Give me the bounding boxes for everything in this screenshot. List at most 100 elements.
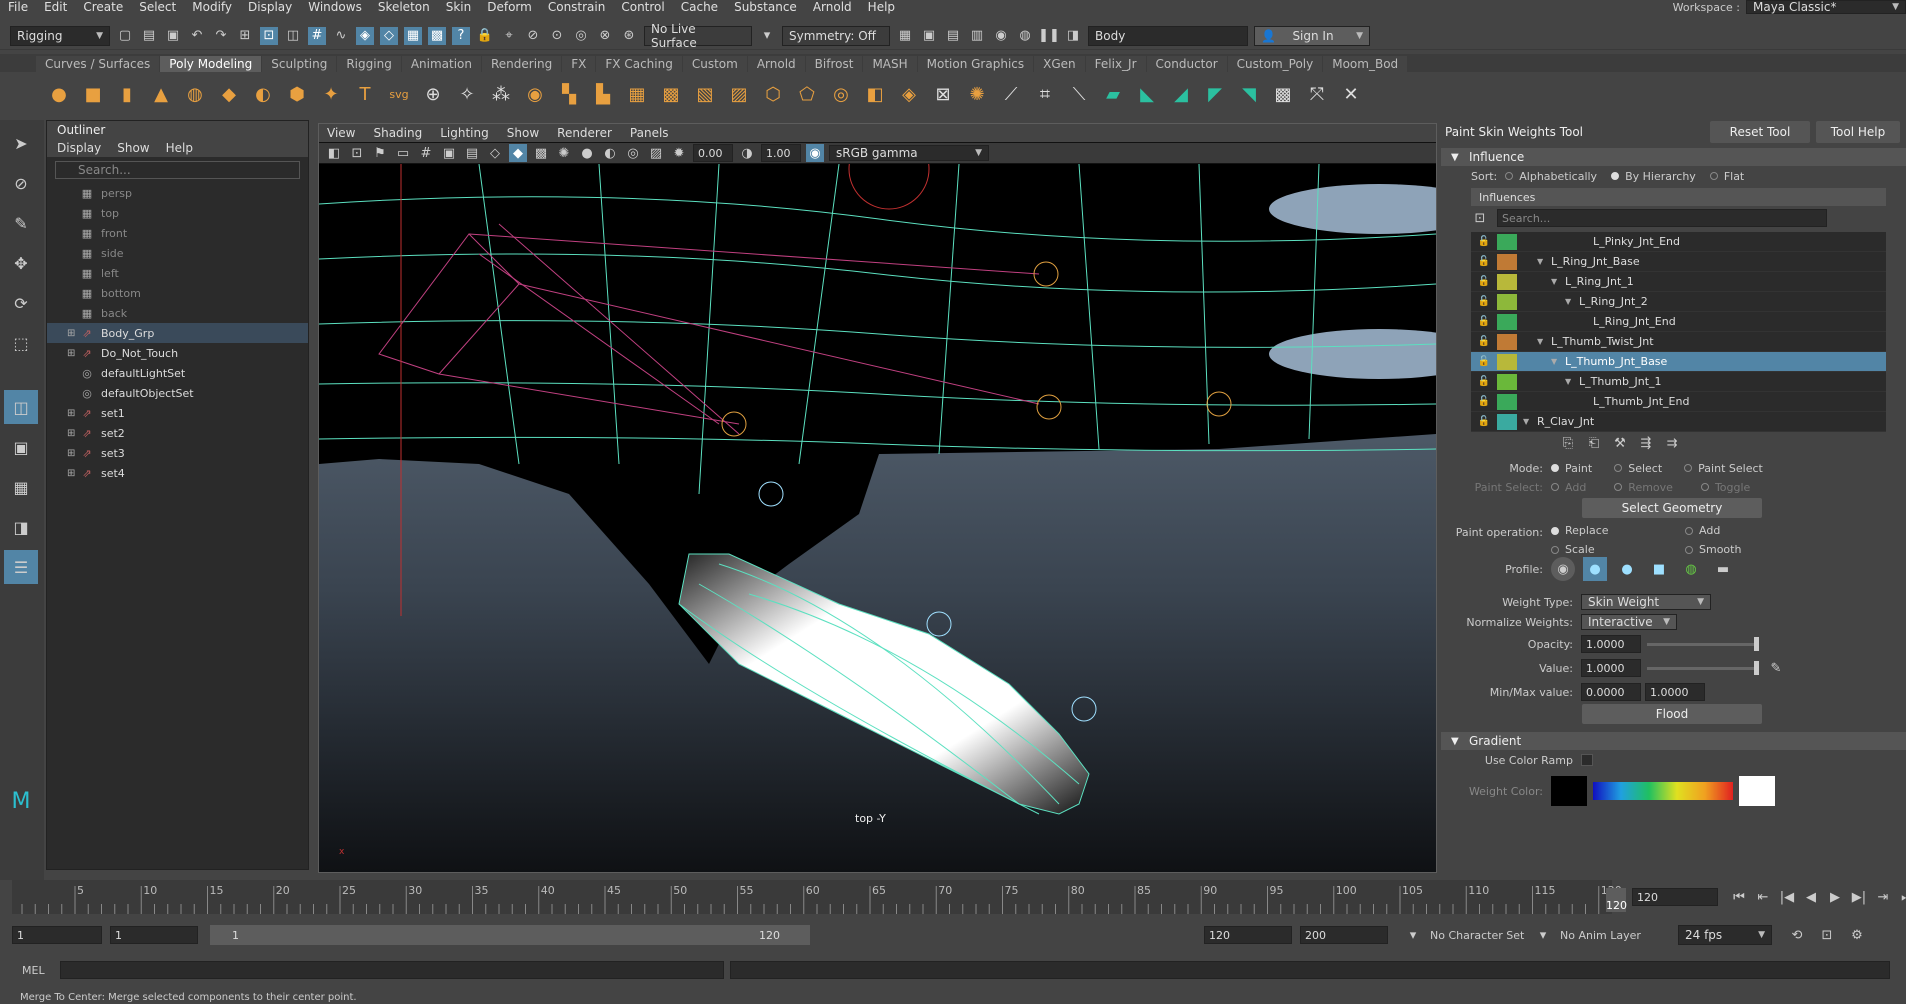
play-forward-icon[interactable]: ▶ bbox=[1826, 888, 1844, 906]
bridge-icon[interactable]: ◧ bbox=[862, 81, 888, 107]
lock-icon[interactable]: 🔓 bbox=[1475, 373, 1493, 391]
influence-row[interactable]: 🔓 ▼ L_Ring_Jnt_1 bbox=[1471, 272, 1886, 292]
open-scene-icon[interactable]: ▤ bbox=[140, 27, 158, 45]
lasso-tool-icon[interactable]: ⊘ bbox=[4, 166, 38, 200]
current-frame-marker[interactable]: 120 bbox=[1606, 888, 1627, 912]
shelf-tab-rendering[interactable]: Rendering bbox=[482, 56, 562, 72]
weight-color-ramp[interactable] bbox=[1593, 782, 1733, 800]
snap-live-icon[interactable]: ▩ bbox=[428, 26, 446, 45]
go-to-end-icon[interactable]: ⏭ bbox=[1898, 888, 1906, 906]
target-weld-icon[interactable]: ⟋ bbox=[998, 81, 1024, 107]
value-slider-handle[interactable] bbox=[1754, 660, 1759, 675]
outliner-item[interactable]: ⊞ ⇗ set1 bbox=[47, 403, 308, 423]
paint-op-option-scale[interactable]: Scale bbox=[1551, 543, 1685, 556]
shelf-tab-motion-graphics[interactable]: Motion Graphics bbox=[917, 56, 1034, 72]
expand-icon[interactable]: ▼ bbox=[1551, 357, 1565, 366]
wedge-icon[interactable]: ◥ bbox=[1236, 81, 1262, 107]
separate-icon[interactable]: ▚ bbox=[556, 81, 582, 107]
weight-color-white-swatch[interactable] bbox=[1739, 776, 1775, 806]
exposure-field[interactable]: 0.00 bbox=[693, 144, 733, 162]
expand-icon[interactable]: ⊞ bbox=[67, 448, 79, 459]
weight-type-dropdown[interactable]: Skin Weight ▼ bbox=[1581, 594, 1711, 610]
super-shape-icon[interactable]: ✦ bbox=[318, 81, 344, 107]
step-forward-frame-icon[interactable]: ▶| bbox=[1850, 888, 1868, 906]
profile-gaussian-icon[interactable]: ◉ bbox=[1551, 557, 1575, 581]
expand-icon[interactable]: ⊞ bbox=[67, 408, 79, 419]
shelf-tab-bifrost[interactable]: Bifrost bbox=[805, 56, 863, 72]
menu-skin[interactable]: Skin bbox=[438, 0, 480, 14]
render-region-icon[interactable]: ▣ bbox=[920, 27, 938, 45]
select-hierarchy-icon[interactable]: ⊞ bbox=[236, 27, 254, 45]
menu-edit[interactable]: Edit bbox=[36, 0, 75, 14]
menu-arnold[interactable]: Arnold bbox=[805, 0, 860, 14]
auto-key-icon[interactable]: ⊡ bbox=[1818, 926, 1836, 944]
shelf-tab-custom[interactable]: Custom bbox=[682, 56, 747, 72]
radio-icon[interactable] bbox=[1611, 172, 1620, 180]
play-backward-icon[interactable]: ◀ bbox=[1802, 888, 1820, 906]
influence-row[interactable]: 🔓 ▼ L_Thumb_Jnt_Base bbox=[1471, 352, 1886, 372]
reset-tool-button[interactable]: Reset Tool bbox=[1710, 121, 1810, 143]
symmetry-field[interactable]: Symmetry: Off bbox=[782, 25, 890, 46]
menu-create[interactable]: Create bbox=[75, 0, 131, 14]
show-influence-icon[interactable]: ⇉ bbox=[1663, 434, 1681, 452]
filter-icon[interactable]: ⊡ bbox=[1471, 209, 1489, 227]
snap-surface-icon[interactable]: ▦ bbox=[404, 26, 422, 45]
shelf-tab-animation[interactable]: Animation bbox=[401, 56, 481, 72]
light-icon[interactable]: ✺ bbox=[555, 144, 573, 162]
film-gate-icon[interactable]: ▣ bbox=[440, 144, 458, 162]
expand-icon[interactable]: ▼ bbox=[1551, 277, 1565, 286]
outliner-item[interactable]: ▦ left bbox=[47, 263, 308, 283]
time-slider[interactable]: 5 10 15 20 25 30 35 40 45 50 55 60 65 70 75 80 85 90 95 100… bbox=[0, 880, 1906, 914]
step-back-key-icon[interactable]: ⇤ bbox=[1754, 888, 1772, 906]
smooth-icon[interactable]: ▩ bbox=[658, 81, 684, 107]
lock-icon[interactable]: 🔓 bbox=[1475, 413, 1493, 431]
shelf-tab-conductor[interactable]: Conductor bbox=[1146, 56, 1227, 72]
shelf-tab-fx-caching[interactable]: FX Caching bbox=[596, 56, 682, 72]
shelf-tab-fx[interactable]: FX bbox=[562, 56, 596, 72]
cube-icon[interactable]: ■ bbox=[80, 81, 106, 107]
expand-icon[interactable]: ⊞ bbox=[67, 328, 79, 339]
shelf-tab-moom-bod[interactable]: Moom_Bod bbox=[1323, 56, 1408, 72]
outliner-item[interactable]: ▦ front bbox=[47, 223, 308, 243]
image-plane-icon[interactable]: ▭ bbox=[394, 144, 412, 162]
lock-icon[interactable]: 🔒 bbox=[476, 27, 494, 45]
use-color-ramp-checkbox[interactable] bbox=[1581, 754, 1593, 766]
menu-select[interactable]: Select bbox=[131, 0, 184, 14]
texture-icon[interactable]: ▩ bbox=[532, 144, 550, 162]
menu-file[interactable]: File bbox=[0, 0, 36, 14]
loop-icon[interactable]: ⟲ bbox=[1788, 926, 1806, 944]
value-field[interactable]: 1.0000 bbox=[1581, 659, 1641, 677]
mode-option-select[interactable]: Select bbox=[1614, 462, 1662, 475]
expand-icon[interactable]: ▼ bbox=[1523, 417, 1537, 426]
grid-icon[interactable]: # bbox=[417, 144, 435, 162]
radio-icon[interactable] bbox=[1614, 483, 1623, 491]
shelf-tab-mash[interactable]: MASH bbox=[863, 56, 917, 72]
viewport-menu-shading[interactable]: Shading bbox=[373, 126, 422, 140]
expand-icon[interactable]: ⊞ bbox=[67, 348, 79, 359]
magnet-icon[interactable]: ⌖ bbox=[500, 27, 518, 45]
value-slider[interactable] bbox=[1647, 660, 1759, 675]
snap-curve-icon[interactable]: ∿ bbox=[332, 27, 350, 45]
influence-row[interactable]: 🔓 ▼ L_Thumb_Twist_Jnt bbox=[1471, 332, 1886, 352]
outliner-item[interactable]: ⊞ ⇗ Do_Not_Touch bbox=[47, 343, 308, 363]
outliner-menu-help[interactable]: Help bbox=[166, 141, 193, 155]
go-to-start-icon[interactable]: ⏮ bbox=[1730, 888, 1748, 906]
viewport-menu-renderer[interactable]: Renderer bbox=[557, 126, 612, 140]
influence-row[interactable]: 🔓 ▼ L_Ring_Jnt_2 bbox=[1471, 292, 1886, 312]
radio-icon[interactable] bbox=[1685, 526, 1693, 535]
radio-icon[interactable] bbox=[1700, 483, 1709, 491]
render-settings-icon[interactable]: ◉ bbox=[992, 27, 1010, 45]
lock-icon[interactable]: 🔓 bbox=[1475, 313, 1493, 331]
weight-color-black-swatch[interactable] bbox=[1551, 776, 1587, 806]
layout-four-icon[interactable]: ▦ bbox=[4, 470, 38, 504]
extrude-icon[interactable]: ▰ bbox=[1100, 81, 1126, 107]
outliner-item[interactable]: ◎ defaultObjectSet bbox=[47, 383, 308, 403]
outliner-item[interactable]: ◎ defaultLightSet bbox=[47, 363, 308, 383]
viewport-canvas[interactable]: x bbox=[319, 164, 1436, 872]
expand-icon[interactable]: ▼ bbox=[1537, 257, 1551, 266]
outliner-item[interactable]: ▦ side bbox=[47, 243, 308, 263]
gradient-section-header[interactable]: ▼ Gradient bbox=[1441, 732, 1906, 750]
rotate-tool-icon[interactable]: ⟳ bbox=[4, 286, 38, 320]
snap-point-icon[interactable]: ◈ bbox=[356, 26, 374, 45]
pause-icon[interactable]: ❚❚ bbox=[1038, 27, 1060, 45]
